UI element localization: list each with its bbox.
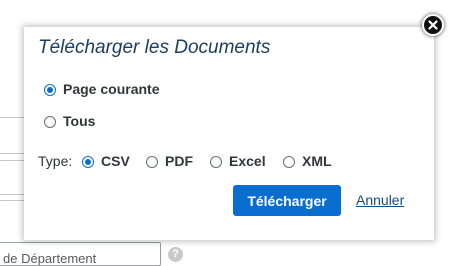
radio-type-pdf-label[interactable]: PDF xyxy=(165,153,193,169)
dialog-title: Télécharger les Documents xyxy=(38,37,271,58)
help-icon[interactable]: ? xyxy=(168,247,183,262)
radio-type-xml-label[interactable]: XML xyxy=(302,153,332,169)
background-divider xyxy=(0,200,24,201)
download-dialog: Télécharger les Documents Page courante … xyxy=(24,27,434,240)
radio-tous[interactable] xyxy=(44,116,56,128)
radio-page-courante[interactable] xyxy=(44,84,56,96)
download-button[interactable]: Télécharger xyxy=(233,185,341,216)
radio-type-excel-label[interactable]: Excel xyxy=(229,153,266,169)
background-field[interactable]: de Département xyxy=(0,242,161,266)
background-divider xyxy=(0,160,24,161)
radio-tous-label[interactable]: Tous xyxy=(63,113,95,129)
background-divider xyxy=(0,117,24,118)
radio-type-pdf[interactable] xyxy=(146,156,158,168)
type-label: Type: xyxy=(38,153,73,169)
radio-type-csv-label[interactable]: CSV xyxy=(101,153,130,169)
radio-type-csv[interactable] xyxy=(82,156,94,168)
close-icon xyxy=(428,20,438,30)
background-divider xyxy=(0,194,24,195)
radio-type-excel[interactable] xyxy=(210,156,222,168)
radio-type-xml[interactable] xyxy=(283,156,295,168)
background-divider xyxy=(0,153,24,154)
close-button[interactable] xyxy=(422,14,444,36)
background-field-text: de Département xyxy=(3,251,97,266)
radio-page-courante-label[interactable]: Page courante xyxy=(63,81,159,97)
cancel-link[interactable]: Annuler xyxy=(356,192,404,208)
